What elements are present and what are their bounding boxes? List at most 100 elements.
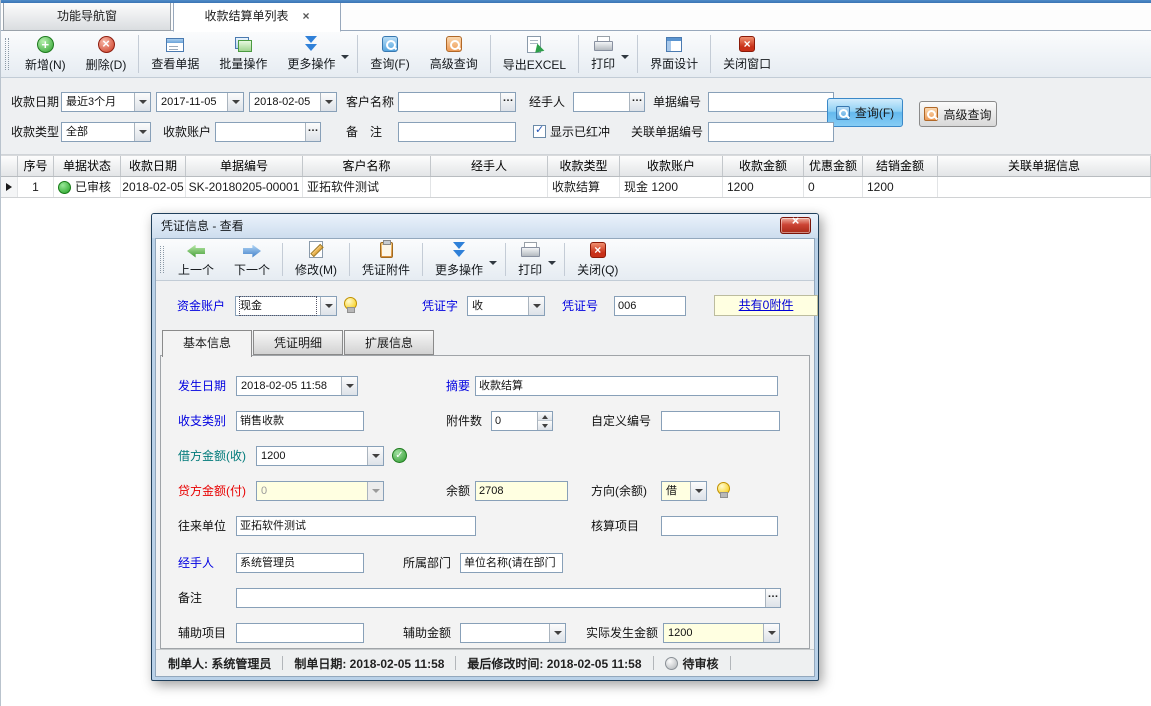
- category-input[interactable]: 销售收款: [236, 411, 364, 431]
- voucher-no-input[interactable]: 006: [614, 296, 686, 316]
- date-from-select[interactable]: 2017-11-05: [156, 92, 244, 112]
- stepper-up-icon[interactable]: [538, 412, 552, 421]
- chevron-down-icon[interactable]: [320, 93, 336, 111]
- aux-item-input[interactable]: [236, 623, 364, 643]
- table-row[interactable]: 1 已审核 2018-02-05 SK-20180205-00001 亚拓软件测…: [1, 177, 1151, 198]
- toolbar-adv-query-button[interactable]: 高级查询: [420, 31, 488, 77]
- chevron-down-icon[interactable]: [549, 624, 565, 642]
- attachment-count-link[interactable]: 共有0附件: [714, 295, 818, 316]
- toolbar-more-actions-button[interactable]: 更多操作: [277, 31, 355, 77]
- toolbar-query-button[interactable]: 查询(F): [360, 31, 419, 77]
- project-input[interactable]: [661, 516, 778, 536]
- direction-value: 借: [666, 482, 688, 500]
- grid-header-doc-no[interactable]: 单据编号: [186, 156, 303, 176]
- advanced-query-button[interactable]: 高级查询: [919, 101, 997, 127]
- chevron-down-icon[interactable]: [341, 377, 357, 395]
- toolbar-ui-design-button[interactable]: 界面设计: [640, 31, 708, 77]
- summary-input[interactable]: 收款结算: [475, 376, 778, 396]
- receipt-account-input[interactable]: [215, 122, 321, 142]
- ellipsis-picker-icon[interactable]: [629, 93, 644, 111]
- dialog-more-actions-button[interactable]: 更多操作: [425, 239, 503, 280]
- grid-header-type[interactable]: 收款类型: [548, 156, 620, 176]
- debit-amount-select[interactable]: 1200: [256, 446, 384, 466]
- dialog-close-button[interactable]: [780, 217, 811, 234]
- chevron-down-icon[interactable]: [690, 482, 706, 500]
- form-remark-input[interactable]: [236, 588, 781, 608]
- fund-account-select[interactable]: 现金: [235, 296, 337, 316]
- tab-extended-info[interactable]: 扩展信息: [344, 330, 434, 355]
- grid-header-settled[interactable]: 结销金额: [863, 156, 938, 176]
- dialog-title[interactable]: 凭证信息 - 查看: [152, 214, 818, 238]
- related-doc-no-input[interactable]: [708, 122, 834, 142]
- chevron-down-icon[interactable]: [134, 123, 150, 141]
- cell-doc-no: SK-20180205-00001: [186, 177, 303, 197]
- date-to-select[interactable]: 2018-02-05: [249, 92, 337, 112]
- actual-amount-value: 1200: [668, 624, 761, 642]
- grid-header-date[interactable]: 收款日期: [121, 156, 186, 176]
- lightbulb-icon[interactable]: [344, 297, 357, 314]
- voucher-word-select[interactable]: 收: [467, 296, 545, 316]
- direction-select[interactable]: 借: [661, 481, 707, 501]
- dialog-prev-button[interactable]: 上一个: [168, 239, 224, 280]
- stepper-buttons[interactable]: [537, 412, 552, 430]
- dialog-edit-button[interactable]: 修改(M): [285, 239, 347, 280]
- grid-header-amount[interactable]: 收款金额: [723, 156, 804, 176]
- handler-input[interactable]: [573, 92, 645, 112]
- occur-date-select[interactable]: 2018-02-05 11:58: [236, 376, 358, 396]
- attach-count-stepper[interactable]: 0: [491, 411, 553, 431]
- query-button[interactable]: 查询(F): [827, 98, 903, 127]
- toolbar-delete-button[interactable]: 删除(D): [76, 31, 137, 77]
- chevron-down-icon[interactable]: [134, 93, 150, 111]
- toolbar-export-excel-button[interactable]: 导出EXCEL: [493, 31, 576, 77]
- aux-amount-select[interactable]: [460, 623, 566, 643]
- stepper-down-icon[interactable]: [538, 421, 552, 430]
- tab-voucher-detail[interactable]: 凭证明细: [253, 330, 343, 355]
- grid-header-seq[interactable]: 序号: [18, 156, 54, 176]
- chevron-down-icon[interactable]: [227, 93, 243, 111]
- grid-header-handler[interactable]: 经手人: [431, 156, 548, 176]
- toolbar-drag-handle[interactable]: [160, 246, 164, 273]
- department-input[interactable]: 单位名称(请在部门: [460, 553, 563, 573]
- ellipsis-picker-icon[interactable]: [305, 123, 320, 141]
- lightbulb-icon[interactable]: [717, 482, 730, 499]
- custom-no-input[interactable]: [661, 411, 780, 431]
- form-handler-input[interactable]: 系统管理员: [236, 553, 364, 573]
- remark-input[interactable]: [398, 122, 516, 142]
- date-range-select[interactable]: 最近3个月: [61, 92, 151, 112]
- customer-name-input[interactable]: [398, 92, 516, 112]
- grid-header-status[interactable]: 单据状态: [54, 156, 121, 176]
- cell-handler: [431, 177, 548, 197]
- grid-header-account[interactable]: 收款账户: [620, 156, 723, 176]
- chevron-down-icon: [367, 482, 383, 500]
- ellipsis-picker-icon[interactable]: [765, 589, 780, 607]
- partner-label: 往来单位: [178, 516, 226, 536]
- receipt-type-select[interactable]: 全部: [61, 122, 151, 142]
- grid-header-discount[interactable]: 优惠金额: [804, 156, 863, 176]
- chevron-down-icon[interactable]: [528, 297, 544, 315]
- grid-header-related[interactable]: 关联单据信息: [938, 156, 1151, 176]
- dialog-close-q-button[interactable]: 关闭(Q): [567, 239, 628, 280]
- toolbar-close-window-button[interactable]: 关闭窗口: [713, 31, 781, 77]
- partner-input[interactable]: 亚拓软件测试: [236, 516, 476, 536]
- dialog-next-button[interactable]: 下一个: [224, 239, 280, 280]
- toolbar-print-button[interactable]: 打印: [581, 31, 635, 77]
- tab-label: 收款结算单列表: [204, 9, 288, 23]
- chevron-down-icon[interactable]: [320, 297, 336, 315]
- toolbar-drag-handle[interactable]: [5, 38, 9, 70]
- dialog-attachment-button[interactable]: 凭证附件: [352, 239, 420, 280]
- toolbar-new-button[interactable]: 新增(N): [15, 31, 76, 77]
- tab-receipt-list[interactable]: 收款结算单列表 ×: [173, 3, 341, 32]
- chevron-down-icon[interactable]: [367, 447, 383, 465]
- tab-nav-window[interactable]: 功能导航窗: [3, 3, 171, 31]
- chevron-down-icon[interactable]: [763, 624, 779, 642]
- doc-no-input[interactable]: [708, 92, 834, 112]
- tab-close-icon[interactable]: ×: [303, 3, 310, 30]
- tab-basic-info[interactable]: 基本信息: [162, 330, 252, 357]
- dialog-print-button[interactable]: 打印: [508, 239, 562, 280]
- toolbar-batch-button[interactable]: 批量操作: [209, 31, 277, 77]
- grid-header-customer[interactable]: 客户名称: [303, 156, 431, 176]
- toolbar-view-doc-button[interactable]: 查看单据: [141, 31, 209, 77]
- show-reversed-checkbox[interactable]: [533, 125, 546, 138]
- actual-amount-select[interactable]: 1200: [663, 623, 780, 643]
- ellipsis-picker-icon[interactable]: [500, 93, 515, 111]
